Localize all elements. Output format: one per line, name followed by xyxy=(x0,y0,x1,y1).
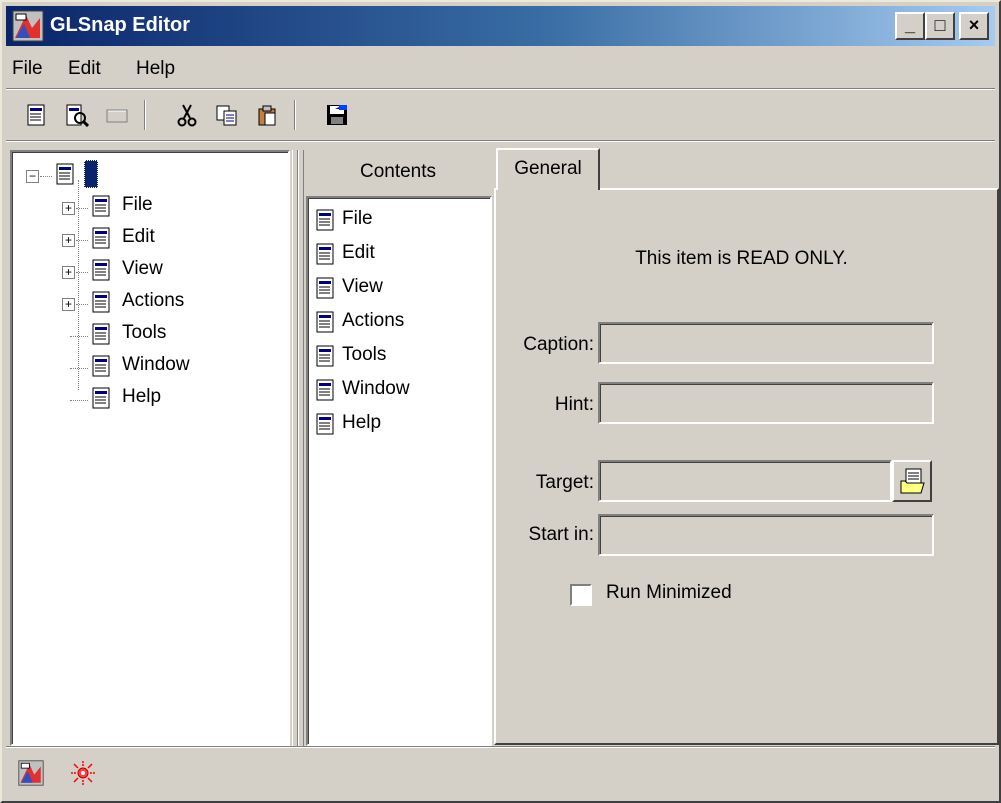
tree-item-label: Help xyxy=(122,386,162,407)
list-item-label: Tools xyxy=(342,344,387,365)
app-logo-icon xyxy=(18,760,44,786)
maximize-button[interactable]: □ xyxy=(925,12,955,40)
run-minimized-label[interactable]: Run Minimized xyxy=(606,582,732,604)
caption-label: Caption: xyxy=(523,334,594,355)
menu-separator xyxy=(6,88,995,90)
target-input[interactable] xyxy=(600,462,890,500)
menu-item-icon xyxy=(316,379,334,401)
app-logo-button[interactable] xyxy=(14,754,48,792)
toolbar xyxy=(6,94,995,138)
tree-item-label: Actions xyxy=(122,290,185,311)
list-item-label: Actions xyxy=(342,310,405,331)
expand-icon[interactable]: + xyxy=(62,202,75,215)
paste-icon[interactable] xyxy=(250,98,284,132)
startin-label: Start in: xyxy=(528,524,594,545)
tree-item-edit[interactable]: + Edit xyxy=(60,222,260,254)
startin-field[interactable] xyxy=(598,514,934,556)
tree-item-view[interactable]: + View xyxy=(60,254,260,286)
caption-input[interactable] xyxy=(600,324,932,362)
app-icon xyxy=(12,10,44,42)
new-item-icon[interactable] xyxy=(20,98,54,132)
menu-item-icon xyxy=(316,209,334,231)
close-button[interactable]: × xyxy=(959,12,989,40)
menu-item-icon xyxy=(316,311,334,333)
snap-button[interactable] xyxy=(66,754,100,792)
list-item-label: Edit xyxy=(342,242,375,263)
tree-item-window[interactable]: Window xyxy=(60,350,260,382)
hint-input[interactable] xyxy=(600,384,932,422)
target-field[interactable] xyxy=(598,460,892,502)
tree-item-file[interactable]: + File xyxy=(60,190,260,222)
contents-header[interactable]: Contents xyxy=(306,150,490,194)
tree-item-tools[interactable]: Tools xyxy=(60,318,260,350)
toolbar-separator xyxy=(294,100,296,130)
menu-item-icon xyxy=(316,277,334,299)
menu-help[interactable]: Help xyxy=(136,58,175,80)
startin-input[interactable] xyxy=(600,516,932,554)
browse-button[interactable] xyxy=(892,460,932,502)
menu-item-icon xyxy=(92,259,110,281)
tree-item-label: Edit xyxy=(122,226,155,247)
menu-file[interactable]: File xyxy=(12,58,43,80)
menu-item-icon xyxy=(56,163,74,185)
tree-root[interactable]: − xyxy=(24,158,264,190)
menu-item-icon xyxy=(92,195,110,217)
tree-item-actions[interactable]: + Actions xyxy=(60,286,260,318)
menu-item-icon xyxy=(316,345,334,367)
tab-general[interactable]: General xyxy=(496,148,600,190)
cut-icon[interactable] xyxy=(170,98,204,132)
expand-icon[interactable]: + xyxy=(62,266,75,279)
window-title: GLSnap Editor xyxy=(50,14,190,36)
splitter-handle[interactable] xyxy=(298,150,304,746)
menu-item-icon xyxy=(92,323,110,345)
tree-item-help[interactable]: Help xyxy=(60,382,260,414)
collapse-icon[interactable]: − xyxy=(26,170,39,183)
readonly-message: This item is READ ONLY. xyxy=(635,248,848,269)
menu-item-icon xyxy=(92,227,110,249)
list-item-label: File xyxy=(342,208,373,229)
hint-field[interactable] xyxy=(598,382,934,424)
properties-icon[interactable] xyxy=(60,98,94,132)
tree-item-label: File xyxy=(122,194,153,215)
menu-item-icon xyxy=(92,355,110,377)
copy-icon[interactable] xyxy=(210,98,244,132)
caption-field[interactable] xyxy=(598,322,934,364)
open-folder-icon xyxy=(900,468,925,494)
toolbar-separator xyxy=(144,100,146,130)
menu-item-icon xyxy=(316,413,334,435)
tree-item-label: View xyxy=(122,258,163,279)
menu-item-icon xyxy=(316,243,334,265)
tree-item-label: Window xyxy=(122,354,190,375)
target-label: Target: xyxy=(535,472,594,493)
expand-icon[interactable]: + xyxy=(62,298,75,311)
tree-item-label: Tools xyxy=(122,322,167,343)
hint-label: Hint: xyxy=(554,394,594,415)
list-item-label: View xyxy=(342,276,383,297)
root-selected-label[interactable] xyxy=(84,160,98,188)
menu-edit[interactable]: Edit xyxy=(68,58,101,80)
save-icon[interactable] xyxy=(320,98,354,132)
disabled-icon[interactable] xyxy=(100,98,134,132)
menu-item-icon xyxy=(92,387,110,409)
list-item-label: Window xyxy=(342,378,410,399)
crosshair-icon xyxy=(71,761,95,785)
expand-icon[interactable]: + xyxy=(62,234,75,247)
menu-item-icon xyxy=(92,291,110,313)
app-window: GLSnap Editor _ □ × File Edit Help − + F… xyxy=(0,0,1001,803)
toolbar-separator-line xyxy=(6,140,995,142)
bottom-separator xyxy=(6,746,995,748)
run-minimized-checkbox[interactable] xyxy=(570,584,592,606)
minimize-button[interactable]: _ xyxy=(895,12,925,40)
tree-panel[interactable]: − + File + Edit + View + Actions Tools W… xyxy=(10,150,290,746)
bottom-toolbar xyxy=(6,750,995,798)
contents-list[interactable]: File Edit View Actions Tools Window Help xyxy=(306,196,492,746)
title-bar[interactable]: GLSnap Editor _ □ × xyxy=(6,6,995,46)
list-item-label: Help xyxy=(342,412,382,433)
